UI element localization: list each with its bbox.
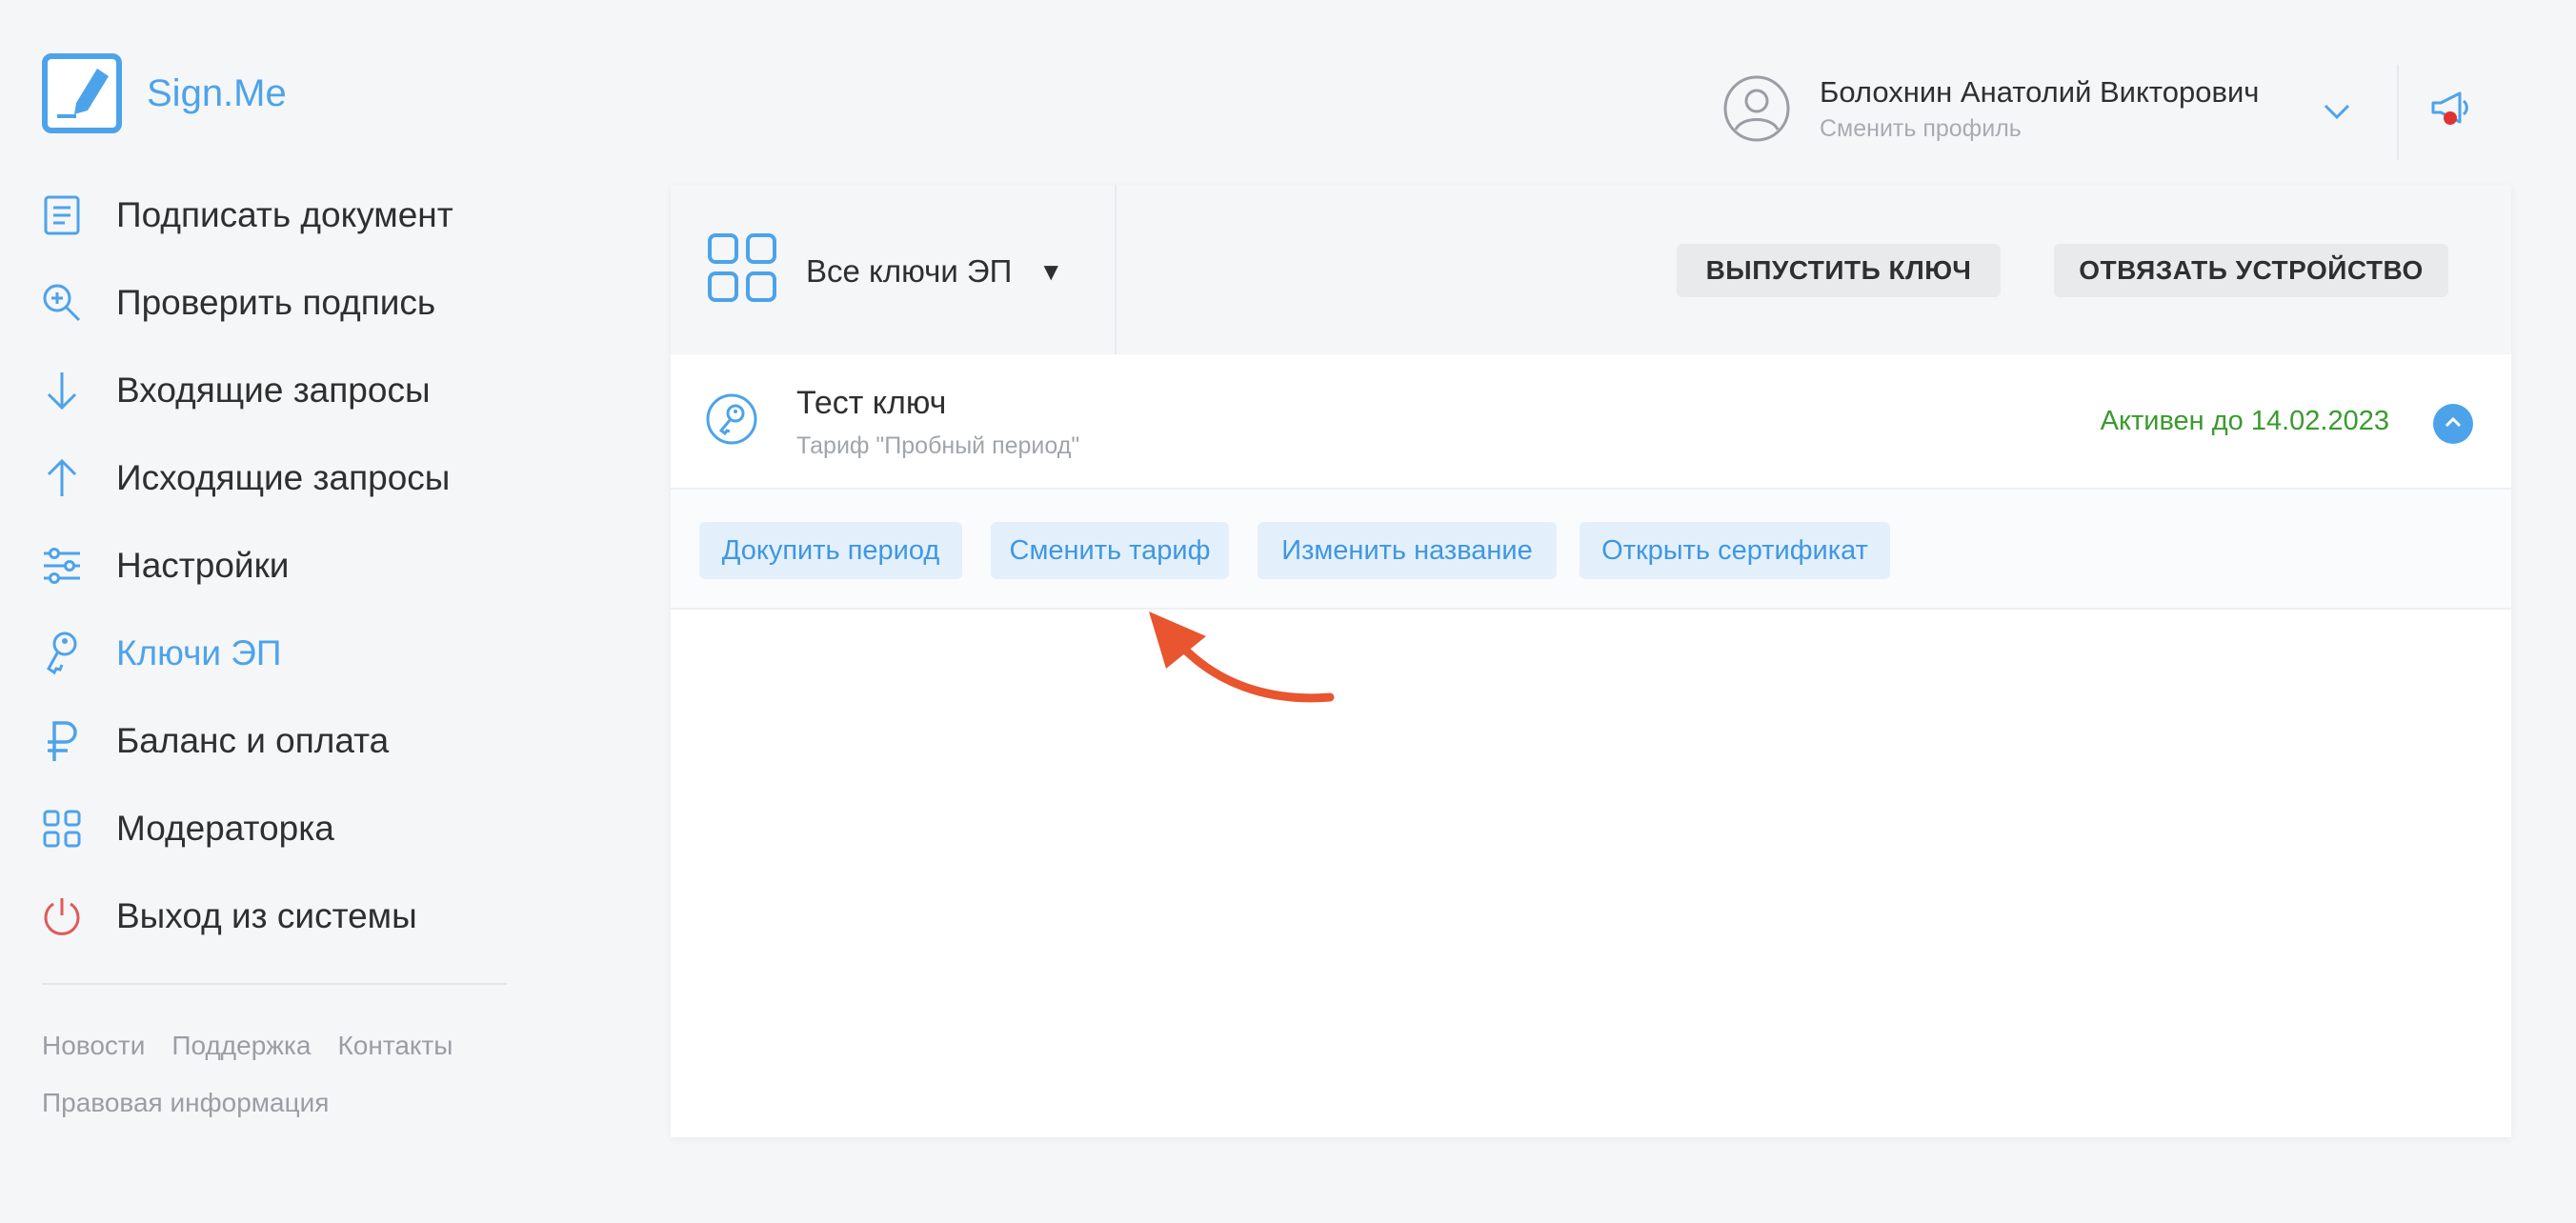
change-tariff-button[interactable]: Сменить тариф [991,522,1229,579]
switch-profile-link[interactable]: Сменить профиль [1820,115,2259,143]
power-icon [40,894,84,938]
magnifier-plus-icon [40,281,84,325]
sidebar-item-moderation[interactable]: Модераторка [40,785,453,872]
sidebar-item-label: Ключи ЭП [116,633,282,672]
grid-icon [40,807,84,851]
sidebar-nav: Подписать документ Проверить подпись Вхо… [40,171,453,960]
keys-panel: Все ключи ЭП ▼ ВЫПУСТИТЬ КЛЮЧ ОТВЯЗАТЬ У… [671,185,2511,1137]
document-icon [40,193,84,237]
caret-down-icon: ▼ [1038,256,1064,286]
chevron-up-icon [2444,415,2463,433]
brand-logo[interactable]: Sign.Me [42,53,287,133]
keys-filter-dropdown[interactable]: Все ключи ЭП ▼ [806,253,1063,290]
sidebar-item-label: Модераторка [116,809,334,848]
avatar-icon [1722,74,1791,143]
issue-key-button[interactable]: ВЫПУСТИТЬ КЛЮЧ [1677,244,2001,297]
sidebar-item-label: Входящие запросы [116,371,431,410]
unbind-device-button[interactable]: ОТВЯЗАТЬ УСТРОЙСТВО [2054,244,2448,297]
notification-megaphone-icon[interactable] [2427,86,2473,136]
ruble-icon [40,719,84,763]
key-row[interactable]: Тест ключ Тариф "Пробный период" Активен… [671,354,2511,490]
chevron-down-icon[interactable] [2323,103,2351,125]
sidebar-item-label: Исходящие запросы [116,458,451,497]
sidebar-divider [42,983,507,985]
header-separator [2397,65,2399,160]
arrow-down-icon [40,369,84,412]
sidebar-item-label: Баланс и оплата [116,721,390,760]
brand-name: Sign.Me [147,71,287,114]
footer-link-support[interactable]: Поддержка [171,1031,311,1061]
sidebar-item-keys[interactable]: Ключи ЭП [40,610,453,697]
footer-link-news[interactable]: Новости [42,1031,145,1061]
pen-icon [42,53,122,133]
sidebar-item-label: Настройки [116,546,290,585]
sidebar-item-sign-document[interactable]: Подписать документ [40,171,453,259]
keys-filter-label: Все ключи ЭП [806,253,1013,289]
sidebar-item-label: Проверить подпись [116,283,436,322]
sidebar-item-incoming[interactable]: Входящие запросы [40,347,453,434]
sidebar-item-logout[interactable]: Выход из системы [40,872,453,960]
sliders-icon [40,544,84,588]
sidebar-item-label: Подписать документ [116,195,453,234]
collapse-button[interactable] [2433,404,2473,444]
footer-link-contacts[interactable]: Контакты [337,1031,453,1061]
profile-switcher[interactable]: Болохнин Анатолий Викторович Сменить про… [1722,74,2259,143]
sidebar-item-outgoing[interactable]: Исходящие запросы [40,434,453,522]
footer-link-legal[interactable]: Правовая информация [42,1088,329,1118]
key-status: Активен до 14.02.2023 [2100,406,2389,436]
annotation-arrow-icon [1139,600,1339,717]
key-icon [40,632,84,675]
user-name: Болохнин Анатолий Викторович [1820,74,2260,109]
grid-view-icon [707,232,777,308]
sidebar-footer: Новости Поддержка Контакты Правовая инфо… [42,1031,453,1145]
keys-toolbar: Все ключи ЭП ▼ ВЫПУСТИТЬ КЛЮЧ ОТВЯЗАТЬ У… [671,185,2511,354]
toolbar-separator [1115,185,1117,354]
sidebar-item-label: Выход из системы [116,896,417,935]
key-tariff: Тариф "Пробный период" [796,432,1080,459]
arrow-up-icon [40,456,84,500]
sidebar-item-verify-signature[interactable]: Проверить подпись [40,259,453,347]
key-actions-bar: Докупить период Сменить тариф Изменить н… [671,490,2511,610]
open-certificate-button[interactable]: Открыть сертификат [1580,522,1890,579]
rename-button[interactable]: Изменить название [1258,522,1557,579]
sidebar-item-settings[interactable]: Настройки [40,522,453,610]
buy-period-button[interactable]: Докупить период [699,522,962,579]
key-name: Тест ключ [796,385,947,421]
key-circle-icon [705,392,758,451]
sidebar-item-balance[interactable]: Баланс и оплата [40,697,453,785]
